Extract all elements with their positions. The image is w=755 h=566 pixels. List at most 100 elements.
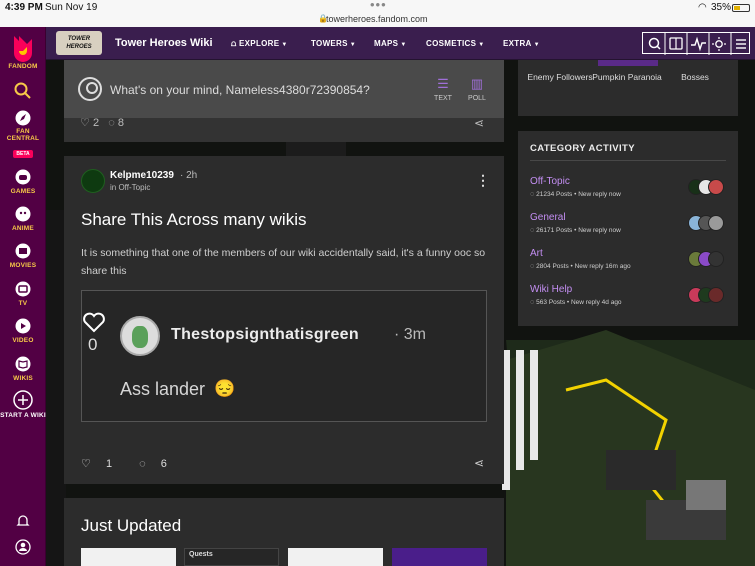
previous-likes-count: 2 (92, 117, 100, 129)
category-meta-text: 2804 Posts • New reply 16m ago (536, 263, 631, 270)
wiki-logo-text: TOWER HEROES (66, 36, 92, 50)
anime-icon (15, 206, 31, 222)
comment-icon: ◌ (530, 299, 535, 306)
composer-input-area[interactable]: What's on your mind, Nameless4380r723908… (64, 60, 504, 118)
nav-towers-label: TOWERS (311, 39, 348, 48)
post-likes-count: 1 (105, 458, 113, 470)
avatar-stack (688, 179, 728, 195)
wifi-icon: ◠ (698, 2, 707, 13)
chevron-down-icon: ▼ (533, 42, 540, 48)
theme-icon[interactable] (712, 37, 726, 51)
share-icon[interactable]: ⋖ (474, 116, 484, 130)
category-row[interactable]: General ◌ 26171 Posts • New reply now (530, 212, 730, 240)
post-body: It is something that one of the members … (81, 247, 486, 277)
nav-extra[interactable]: EXTRA ▼ (503, 39, 540, 48)
divider (530, 160, 726, 161)
previous-post-stats: ♡ 2 ◌ 8 (80, 116, 124, 129)
nav-towers[interactable]: TOWERS ▼ (311, 39, 356, 48)
tv-icon (15, 281, 31, 297)
category-name[interactable]: General (530, 212, 566, 223)
search-icon[interactable] (648, 37, 661, 50)
nav-extra-label: EXTRA (503, 39, 532, 48)
updated-thumbnail[interactable] (288, 548, 383, 566)
featured-link[interactable]: Pumpkin Paranoia (591, 72, 663, 82)
category-meta: ◌ 563 Posts • New reply 4d ago (530, 299, 622, 306)
beta-badge: BETA (13, 150, 33, 158)
composer-text-label: TEXT (434, 95, 452, 102)
category-activity-panel: CATEGORY ACTIVITY Off-Topic ◌ 21234 Posts… (518, 131, 738, 326)
heart-icon[interactable]: ♡ (80, 117, 90, 129)
rail-tv[interactable]: TV (0, 281, 46, 307)
post-category[interactable]: in Off-Topic (110, 183, 150, 192)
comment-button[interactable]: ◌ 6 (139, 458, 179, 470)
category-row[interactable]: Art ◌ 2804 Posts • New reply 16m ago (530, 248, 730, 276)
nav-maps[interactable]: MAPS ▼ (374, 39, 407, 48)
embedded-image[interactable]: 0 Thestopsignthatisgreen · 3m Ass lander… (81, 290, 487, 422)
composer-poll-button[interactable]: ▥ POLL (462, 76, 492, 102)
embedded-time: · 3m (394, 326, 426, 343)
updated-thumbnail[interactable] (392, 548, 487, 566)
comment-icon: ◌ (530, 263, 535, 270)
rail-label-fandom: FANDOM (8, 63, 38, 70)
menu-icon[interactable] (736, 39, 746, 49)
status-date: Sun Nov 19 (45, 2, 98, 13)
rail-label-games: GAMES (10, 188, 36, 195)
global-nav-rail: FANDOM FAN CENTRAL BETA GAMES ANIME MOVI… (0, 27, 46, 566)
wiki-logo[interactable]: TOWER HEROES (56, 31, 102, 55)
more-options-icon[interactable]: ⋮ (476, 172, 490, 189)
just-updated-section: Just Updated Quests (64, 498, 504, 566)
rail-fan-central[interactable]: FAN CENTRAL BETA (0, 110, 46, 160)
address-bar-url[interactable]: towerheroes.fandom.com (326, 14, 428, 24)
rail-anime[interactable]: ANIME (0, 206, 46, 232)
activity-icon[interactable] (691, 36, 706, 52)
wiki-top-nav: TOWER HEROES Tower Heroes Wiki ⩍ EXPLORE… (46, 27, 755, 60)
category-row[interactable]: Off-Topic ◌ 21234 Posts • New reply now (530, 176, 730, 204)
comment-icon: ◌ (530, 191, 535, 198)
rail-user-menu[interactable] (0, 539, 46, 555)
updated-thumbnail[interactable] (81, 548, 176, 566)
like-button[interactable]: ♡ 1 (81, 458, 124, 470)
rail-movies[interactable]: MOVIES (0, 243, 46, 269)
nav-cosmetics[interactable]: COSMETICS ▼ (426, 39, 485, 48)
rail-start-a-wiki[interactable]: START A WIKI (0, 390, 46, 419)
book-icon[interactable] (669, 37, 683, 50)
featured-link[interactable]: Bosses (659, 72, 731, 82)
category-name[interactable]: Off-Topic (530, 176, 570, 187)
thumbnail-label: Quests (189, 551, 213, 558)
category-row[interactable]: Wiki Help ◌ 563 Posts • New reply 4d ago (530, 284, 730, 312)
composer-prompt[interactable]: What's on your mind, Nameless4380r723908… (110, 83, 370, 97)
book-icon (15, 356, 31, 372)
pumpkin-paranoia-image[interactable] (598, 60, 658, 66)
text-lines-icon: ☰ (437, 76, 449, 91)
rail-fandom-logo[interactable]: FANDOM (0, 33, 46, 70)
multitask-dots-icon[interactable]: ••• (370, 0, 387, 12)
video-icon (15, 318, 31, 334)
rail-video[interactable]: VIDEO (0, 318, 46, 344)
rail-search[interactable] (0, 82, 46, 100)
rail-label-wikis: WIKIS (13, 375, 33, 382)
comment-icon[interactable]: ◌ (108, 117, 115, 129)
composer-text-button[interactable]: ☰ TEXT (428, 76, 458, 102)
share-icon[interactable]: ⋖ (474, 456, 484, 470)
post-author[interactable]: Kelpme10239 (110, 170, 174, 181)
nav-cosmetics-label: COSMETICS (426, 39, 477, 48)
updated-thumbnail[interactable]: Quests (184, 548, 279, 566)
status-bar: 4:39 PM Sun Nov 19 ••• 🔒 towerheroes.fan… (0, 0, 755, 27)
wiki-title[interactable]: Tower Heroes Wiki (115, 37, 213, 49)
rail-label-video: VIDEO (12, 337, 34, 344)
rail-wikis[interactable]: WIKIS (0, 356, 46, 382)
category-name[interactable]: Art (530, 248, 543, 259)
featured-link[interactable]: Enemy Followers (524, 72, 596, 82)
category-name[interactable]: Wiki Help (530, 284, 572, 295)
nav-explore[interactable]: ⩍ EXPLORE ▼ (231, 39, 288, 49)
category-meta-text: 21234 Posts • New reply now (536, 191, 621, 198)
nav-tools-group (642, 32, 750, 55)
rail-notifications[interactable] (0, 514, 46, 528)
previous-comments-count: 8 (117, 117, 124, 129)
avatar-stack (688, 287, 728, 303)
heart-icon: ♡ (81, 458, 91, 470)
avatar[interactable] (81, 169, 105, 193)
poll-icon: ▥ (470, 76, 484, 91)
post-title[interactable]: Share This Across many wikis (81, 210, 306, 230)
rail-games[interactable]: GAMES (0, 169, 46, 195)
